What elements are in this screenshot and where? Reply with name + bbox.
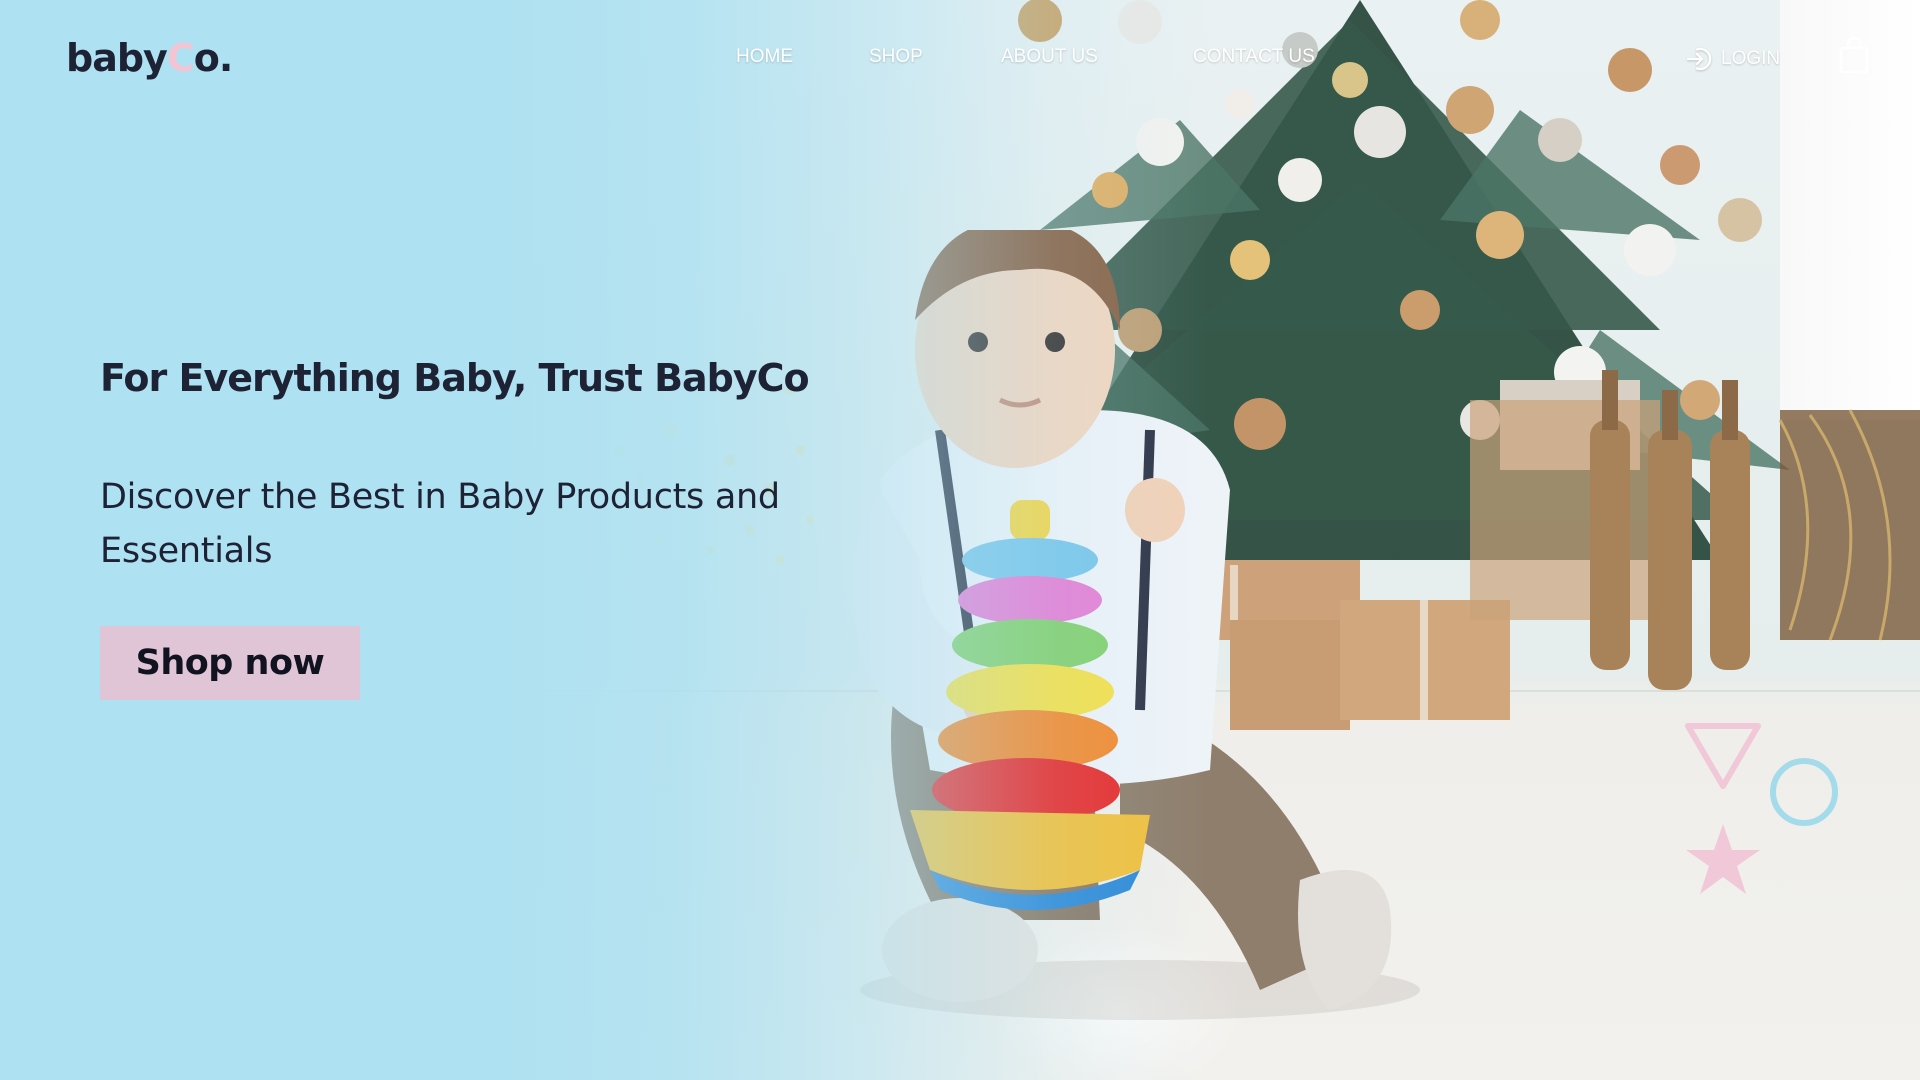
decorative-shapes — [1685, 723, 1838, 894]
nav-contact-us[interactable]: CONTACT US — [1193, 46, 1315, 68]
landing-page: babyCo. HOME SHOP ABOUT US CONTACT US LO… — [0, 0, 1920, 1080]
nav-about-us[interactable]: ABOUT US — [1001, 46, 1098, 68]
logo-text-part1: baby — [66, 36, 168, 80]
hero-title: For Everything Baby, Trust BabyCo — [100, 356, 810, 400]
circle-icon — [1770, 758, 1838, 826]
logo-text-part3: o. — [193, 36, 234, 80]
nav-home[interactable]: HOME — [736, 46, 793, 68]
logo[interactable]: babyCo. — [66, 36, 234, 80]
logo-text-accent: C — [166, 36, 195, 80]
star-icon — [1686, 824, 1760, 894]
login-icon — [1686, 47, 1712, 71]
hero-subtitle: Discover the Best in Baby Products and E… — [100, 477, 780, 571]
shop-now-button[interactable]: Shop now — [100, 626, 360, 700]
nav-shop[interactable]: SHOP — [869, 46, 923, 68]
login-label: LOGIN — [1721, 48, 1781, 69]
login-link[interactable]: LOGIN — [1685, 45, 1780, 73]
shopping-bag-icon[interactable] — [1838, 36, 1870, 74]
baby-with-stacking-toy-image — [852, 230, 1420, 1020]
triangle-icon — [1685, 723, 1761, 789]
